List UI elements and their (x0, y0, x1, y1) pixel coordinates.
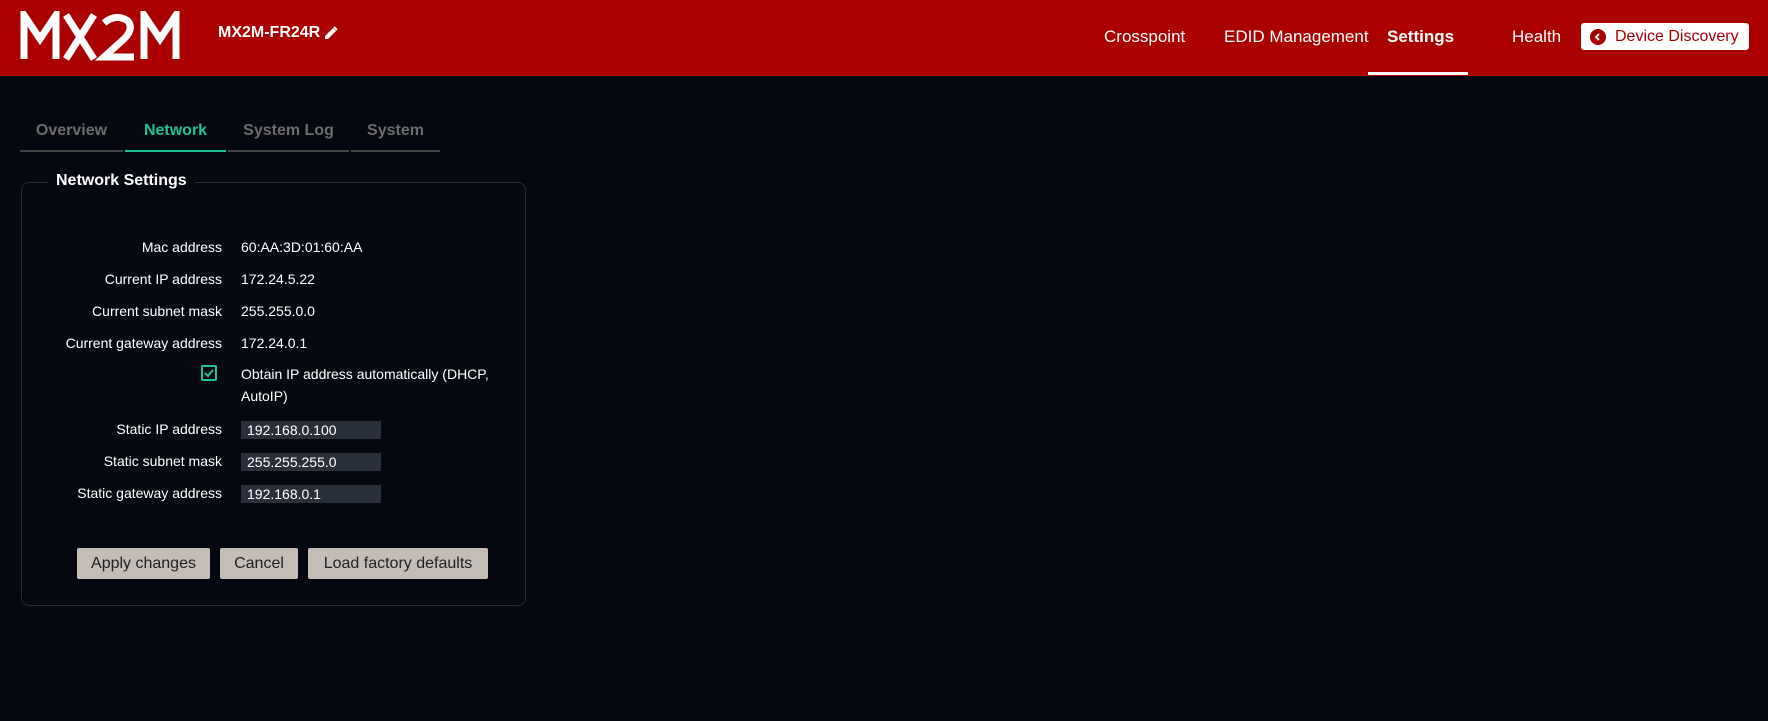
current-subnet-label: Current subnet mask (92, 303, 222, 319)
tab-system-log[interactable]: System Log (228, 120, 349, 152)
device-discovery-label: Device Discovery (1615, 27, 1739, 45)
network-settings-panel: Network Settings Mac address 60:AA:3D:01… (21, 172, 526, 606)
pencil-icon[interactable] (324, 26, 338, 40)
current-gateway-value: 172.24.0.1 (241, 335, 308, 351)
panel-title: Network Settings (48, 172, 195, 190)
static-gateway-label: Static gateway address (77, 485, 222, 501)
static-subnet-label: Static subnet mask (103, 453, 222, 469)
chevron-left-circle-icon (1590, 28, 1606, 45)
mac-address-label: Mac address (141, 239, 222, 255)
nav-settings[interactable]: Settings (1387, 27, 1454, 47)
mac-address-value: 60:AA:3D:01:60:AA (241, 239, 363, 255)
current-subnet-value: 255.255.0.0 (241, 303, 315, 319)
device-discovery-button[interactable]: Device Discovery (1581, 23, 1749, 50)
current-ip-label: Current IP address (104, 271, 222, 287)
nav-active-indicator (1368, 72, 1468, 75)
apply-changes-button[interactable]: Apply changes (77, 548, 210, 579)
tab-system[interactable]: System (351, 120, 440, 152)
nav-edid-management[interactable]: EDID Management (1224, 27, 1369, 47)
cancel-button[interactable]: Cancel (220, 548, 298, 579)
load-factory-defaults-button[interactable]: Load factory defaults (308, 548, 488, 579)
nav-health[interactable]: Health (1512, 27, 1561, 47)
static-subnet-input[interactable] (241, 453, 381, 471)
dhcp-checkbox[interactable] (201, 365, 217, 381)
device-name[interactable]: MX2M-FR24R (218, 24, 338, 42)
static-ip-label: Static IP address (116, 421, 222, 437)
tab-network[interactable]: Network (125, 120, 226, 152)
dhcp-label: Obtain IP address automatically (DHCP, A… (241, 366, 489, 404)
checkmark-icon (204, 369, 214, 378)
static-ip-input[interactable] (241, 421, 381, 439)
static-gateway-input[interactable] (241, 485, 381, 503)
current-ip-value: 172.24.5.22 (241, 271, 315, 287)
tab-overview[interactable]: Overview (20, 120, 123, 152)
top-bar: MX2M-FR24R Crosspoint EDID Management Se… (0, 0, 1768, 76)
mx2m-logo (20, 11, 180, 61)
nav-crosspoint[interactable]: Crosspoint (1104, 27, 1185, 47)
current-gateway-label: Current gateway address (65, 335, 222, 351)
device-name-text: MX2M-FR24R (218, 24, 321, 41)
